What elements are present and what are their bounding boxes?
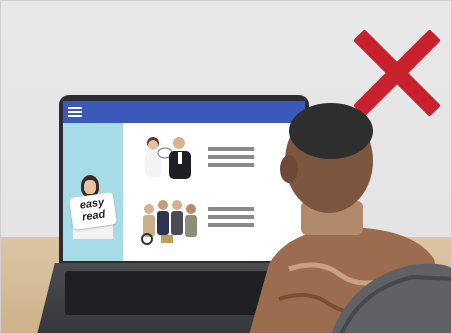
hamburger-menu-icon[interactable]	[68, 105, 82, 119]
reader-face	[84, 180, 96, 194]
two-people-talking-image	[145, 137, 191, 179]
group-photo-image	[141, 200, 197, 245]
easy-read-sign: easy read	[68, 192, 118, 230]
image-frame: easy read	[0, 0, 452, 334]
chair	[331, 263, 451, 333]
